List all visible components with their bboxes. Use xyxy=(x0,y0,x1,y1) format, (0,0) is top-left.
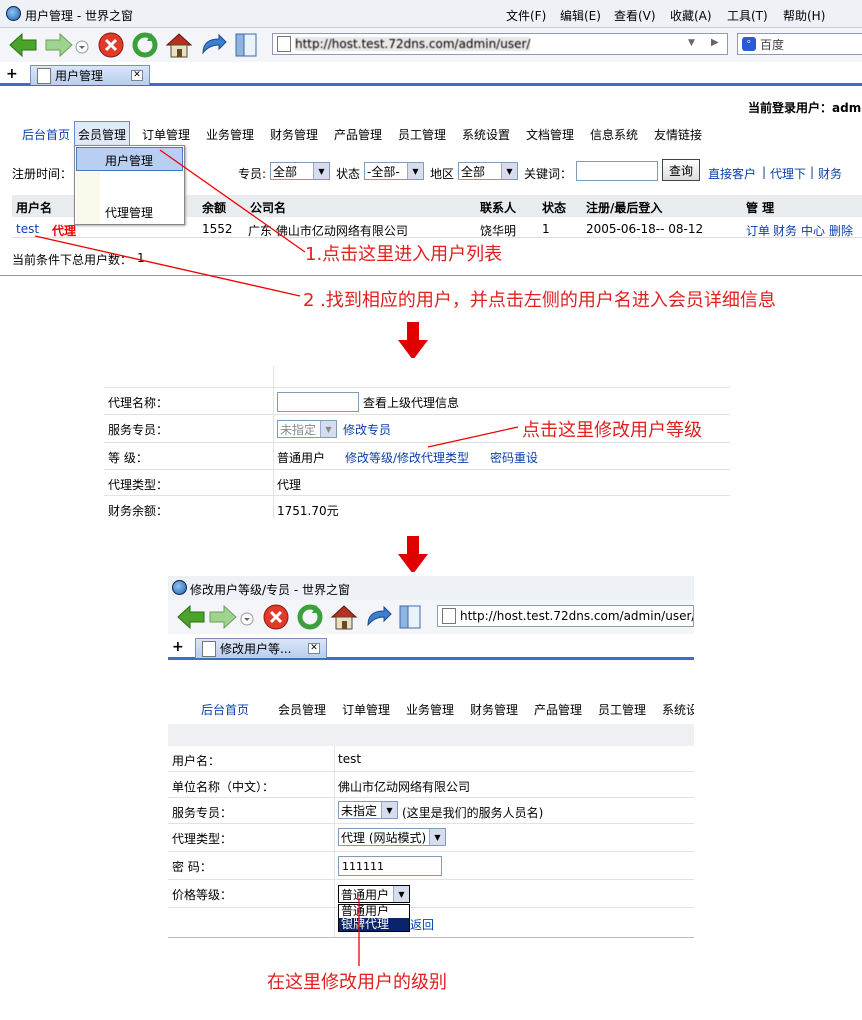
annotation-line-4 xyxy=(358,898,360,966)
annotation-step4: 在这里修改用户的级别 xyxy=(267,972,447,993)
